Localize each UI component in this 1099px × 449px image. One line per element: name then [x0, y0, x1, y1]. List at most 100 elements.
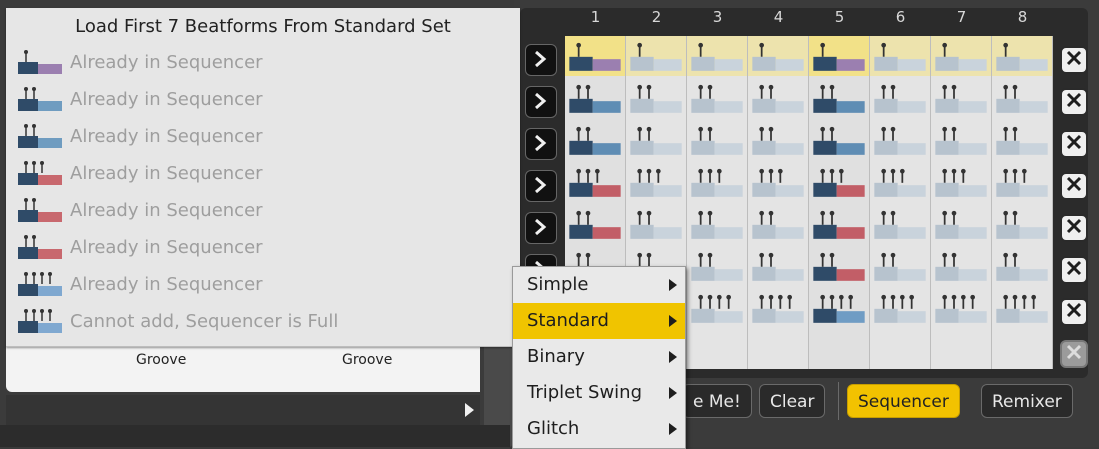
sequencer-button[interactable]: Sequencer: [847, 384, 960, 418]
sequencer-column[interactable]: [931, 36, 991, 369]
remove-row-button[interactable]: [1060, 214, 1088, 242]
beatform-cell-icon[interactable]: [872, 250, 928, 286]
beatform-cell-icon[interactable]: [567, 40, 623, 76]
context-menu-item-simple[interactable]: Simple: [513, 267, 685, 303]
beatform-cell-icon[interactable]: [811, 208, 867, 244]
remove-row-button[interactable]: [1060, 88, 1088, 116]
beatform-cell-icon[interactable]: [628, 124, 684, 160]
context-menu-item-glitch[interactable]: Glitch: [513, 411, 685, 447]
remove-row-button[interactable]: [1060, 256, 1088, 284]
beatform-cell-icon[interactable]: [811, 40, 867, 76]
dropdown-item-label: Already in Sequencer: [70, 52, 263, 73]
make-me-button[interactable]: e Me!: [682, 384, 752, 418]
beatform-cell-icon[interactable]: [933, 208, 989, 244]
groove-label-right[interactable]: Groove: [342, 352, 392, 368]
beatform-cell-icon[interactable]: [689, 250, 745, 286]
context-menu-item-label: Triplet Swing: [527, 382, 643, 403]
beatform-cell-icon[interactable]: [872, 40, 928, 76]
beatform-cell-icon[interactable]: [933, 166, 989, 202]
context-menu-item-label: Glitch: [527, 418, 580, 439]
chevron-right-icon: [535, 50, 547, 68]
beatform-cell-icon[interactable]: [750, 40, 806, 76]
beatform-cell-icon[interactable]: [811, 82, 867, 118]
beatform-cell-icon[interactable]: [994, 124, 1050, 160]
beatform-cell-icon[interactable]: [567, 208, 623, 244]
beatform-cell-icon[interactable]: [628, 166, 684, 202]
beatform-cell-icon[interactable]: [689, 82, 745, 118]
dropdown-header[interactable]: Load First 7 Beatforms From Standard Set: [6, 8, 520, 44]
sequencer-column[interactable]: [992, 36, 1052, 369]
sequencer-column[interactable]: [687, 36, 747, 369]
beatform-cell-icon[interactable]: [689, 124, 745, 160]
beatform-cell-icon[interactable]: [689, 40, 745, 76]
remove-row-button[interactable]: [1060, 130, 1088, 158]
beatform-cell-icon[interactable]: [750, 208, 806, 244]
beatform-cell-icon[interactable]: [811, 166, 867, 202]
row-play-button[interactable]: [525, 128, 557, 160]
beatform-cell-icon[interactable]: [933, 250, 989, 286]
groove-label-left[interactable]: Groove: [136, 352, 186, 368]
beatform-cell-icon[interactable]: [811, 250, 867, 286]
beatform-cell-icon[interactable]: [567, 166, 623, 202]
beatform-cell-icon[interactable]: [628, 208, 684, 244]
beatform-cell-icon[interactable]: [689, 166, 745, 202]
sequencer-column[interactable]: [748, 36, 808, 369]
beatform-cell-icon[interactable]: [628, 40, 684, 76]
beatform-cell-icon[interactable]: [933, 40, 989, 76]
beatform-cell-icon[interactable]: [994, 166, 1050, 202]
beatform-cell-icon[interactable]: [994, 40, 1050, 76]
beatform-cell-icon[interactable]: [689, 208, 745, 244]
beatform-cell-icon[interactable]: [994, 82, 1050, 118]
dropdown-item[interactable]: Cannot add, Sequencer is Full: [6, 303, 520, 340]
dropdown-item[interactable]: Already in Sequencer: [6, 155, 520, 192]
beatform-cell-icon[interactable]: [750, 292, 806, 328]
remove-row-button[interactable]: [1060, 46, 1088, 74]
row-play-button[interactable]: [525, 212, 557, 244]
beatform-cell-icon[interactable]: [750, 82, 806, 118]
beatform-cell-icon[interactable]: [811, 292, 867, 328]
beatform-cell-icon[interactable]: [567, 82, 623, 118]
beatform-cell-icon[interactable]: [933, 82, 989, 118]
beatform-cell-icon[interactable]: [750, 166, 806, 202]
dropdown-item[interactable]: Already in Sequencer: [6, 44, 520, 81]
beatform-cell-icon[interactable]: [750, 250, 806, 286]
beatform-cell-icon[interactable]: [933, 292, 989, 328]
close-icon: [1066, 176, 1082, 192]
beatform-cell-icon[interactable]: [628, 82, 684, 118]
beatform-cell-icon[interactable]: [567, 124, 623, 160]
remove-row-button[interactable]: [1060, 172, 1088, 200]
dropdown-item[interactable]: Already in Sequencer: [6, 266, 520, 303]
beatform-cell-icon[interactable]: [872, 166, 928, 202]
beatform-cell-icon[interactable]: [872, 82, 928, 118]
context-menu-item-standard[interactable]: Standard: [513, 303, 685, 339]
row-play-button[interactable]: [525, 86, 557, 118]
beatform-cell-icon[interactable]: [994, 292, 1050, 328]
play-arrow-icon[interactable]: [465, 403, 474, 417]
dropdown-item[interactable]: Already in Sequencer: [6, 229, 520, 266]
context-menu-item-triplet-swing[interactable]: Triplet Swing: [513, 375, 685, 411]
beatform-cell-icon[interactable]: [994, 208, 1050, 244]
beatform-cell-icon[interactable]: [750, 124, 806, 160]
clear-button[interactable]: Clear: [759, 384, 826, 418]
beatform-cell-icon[interactable]: [872, 208, 928, 244]
beatform-cell-icon[interactable]: [872, 124, 928, 160]
sequencer-column[interactable]: [809, 36, 869, 369]
context-menu: Simple Standard Binary Triplet Swing Glitch: [512, 266, 686, 449]
beatform-cell-icon[interactable]: [872, 292, 928, 328]
dropdown-item-label: Already in Sequencer: [70, 274, 263, 295]
remove-row-button[interactable]: [1060, 340, 1088, 368]
context-menu-item-binary[interactable]: Binary: [513, 339, 685, 375]
dropdown-item[interactable]: Already in Sequencer: [6, 118, 520, 155]
beatform-cell-icon[interactable]: [933, 124, 989, 160]
remove-row-button[interactable]: [1060, 298, 1088, 326]
row-play-button[interactable]: [525, 44, 557, 76]
row-play-button[interactable]: [525, 170, 557, 202]
beatform-cell-icon[interactable]: [994, 250, 1050, 286]
dropdown-item[interactable]: Already in Sequencer: [6, 81, 520, 118]
beatform-cell-icon[interactable]: [811, 124, 867, 160]
beatform-cell-icon[interactable]: [689, 292, 745, 328]
dropdown-item[interactable]: Already in Sequencer: [6, 192, 520, 229]
remixer-button[interactable]: Remixer: [981, 384, 1073, 418]
sequencer-column[interactable]: [870, 36, 930, 369]
submenu-arrow-icon: [669, 279, 677, 291]
